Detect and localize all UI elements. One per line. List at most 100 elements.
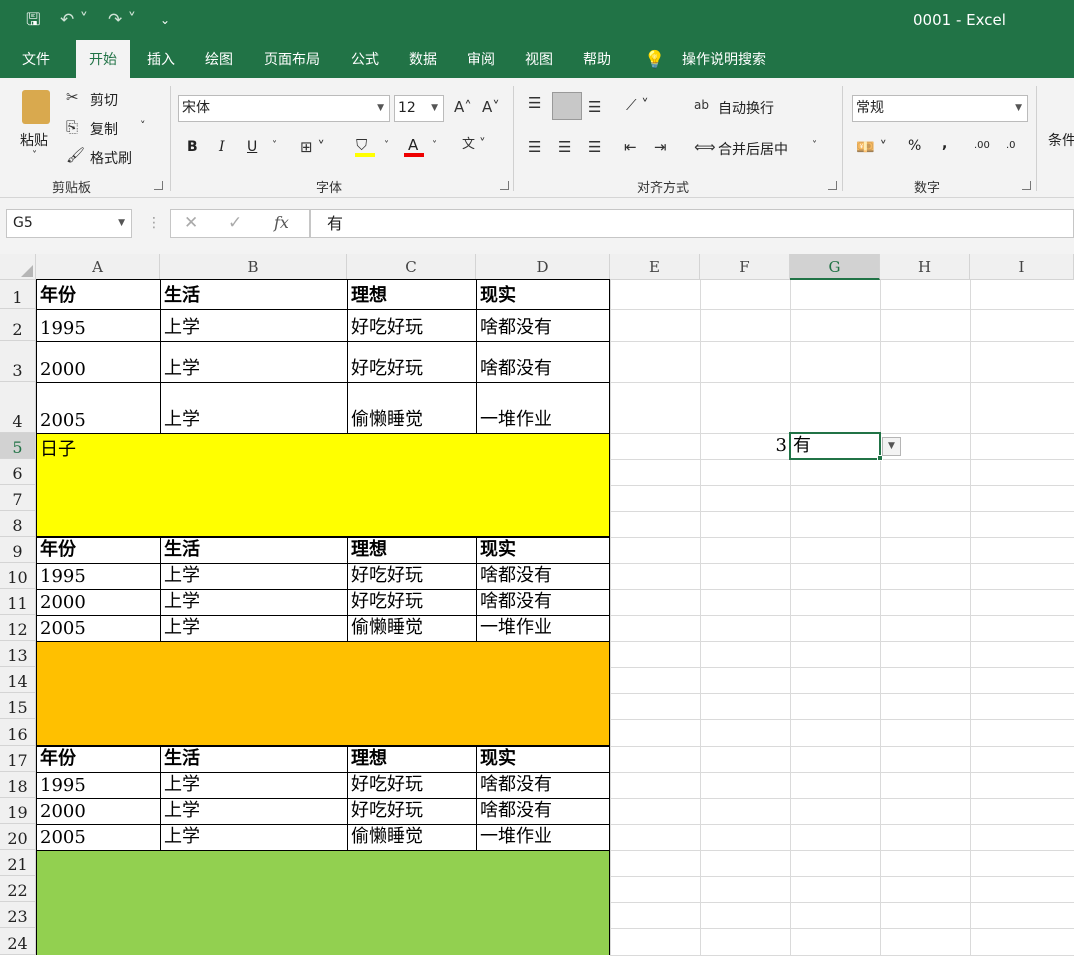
merged-cell-label[interactable]: 日子 [36, 435, 236, 460]
table-cell[interactable]: 2000 [36, 341, 160, 382]
tab-draw[interactable]: 绘图 [196, 40, 242, 78]
header-cell[interactable]: 生活 [160, 746, 347, 772]
table-cell[interactable]: 1995 [36, 563, 160, 589]
row-header-2[interactable]: 2 [0, 309, 36, 341]
bold-button[interactable]: B [187, 139, 198, 155]
orientation-icon[interactable]: ⟋ ˅ [626, 96, 649, 114]
worksheet-grid[interactable]: A B C D E F G H I 1 2 3 4 5 6 7 8 9 10 11 12 13 14 15 16 17 18 19 20… [0, 254, 1074, 956]
table-cell[interactable]: 好吃好玩 [347, 798, 476, 824]
header-cell[interactable]: 理想 [347, 280, 476, 309]
table-cell[interactable]: 偷懒睡觉 [347, 615, 476, 641]
tab-home[interactable]: 开始 [76, 40, 130, 78]
tab-formulas[interactable]: 公式 [342, 40, 388, 78]
table-cell[interactable]: 上学 [160, 309, 347, 341]
table-cell[interactable]: 2005 [36, 824, 160, 850]
tab-help[interactable]: 帮助 [574, 40, 620, 78]
merge-center-icon[interactable]: ⟺ [694, 138, 716, 156]
align-left-icon[interactable]: ☰ [528, 138, 541, 156]
table-cell[interactable]: 上学 [160, 772, 347, 798]
paste-icon[interactable] [22, 90, 50, 124]
copy-icon[interactable]: ⎘ [66, 118, 78, 136]
border-icon[interactable]: ⊞ ˅ [300, 138, 325, 156]
table-cell[interactable]: 好吃好玩 [347, 563, 476, 589]
table-cell[interactable]: 上学 [160, 563, 347, 589]
table-cell[interactable]: 一堆作业 [476, 824, 610, 850]
undo-icon[interactable]: ↶ ˅ [60, 9, 88, 31]
header-cell[interactable]: 理想 [347, 746, 476, 772]
row-header-8[interactable]: 8 [0, 511, 36, 537]
table-cell[interactable]: 2000 [36, 589, 160, 615]
increase-decimal-button[interactable]: .00 [974, 140, 990, 151]
accounting-format-icon[interactable]: 💴 ˅ [856, 138, 887, 156]
decrease-indent-icon[interactable]: ⇤ [624, 138, 637, 156]
table-cell[interactable]: 上学 [160, 382, 347, 433]
paste-button[interactable]: 粘贴 [20, 130, 48, 150]
decrease-font-icon[interactable]: A˅ [482, 98, 500, 116]
font-color-icon[interactable]: A [408, 136, 418, 154]
redo-icon[interactable]: ↷ ˅ [108, 9, 136, 31]
name-box[interactable]: G5 ▼ [6, 209, 132, 238]
dialog-launcher-icon[interactable] [1022, 181, 1031, 190]
row-header-7[interactable]: 7 [0, 485, 36, 511]
row-header-14[interactable]: 14 [0, 667, 36, 693]
table-cell[interactable]: 啥都没有 [476, 772, 610, 798]
comma-button[interactable]: , [942, 136, 947, 152]
row-header-3[interactable]: 3 [0, 341, 36, 382]
copy-button[interactable]: 复制 [90, 119, 118, 139]
align-right-icon[interactable]: ☰ [588, 138, 601, 156]
table-cell[interactable]: 上学 [160, 798, 347, 824]
column-header-b[interactable]: B [160, 254, 347, 280]
header-cell[interactable]: 生活 [160, 537, 347, 563]
dialog-launcher-icon[interactable] [828, 181, 837, 190]
align-bottom-icon[interactable]: ☰ [588, 98, 601, 116]
table-cell[interactable]: 1995 [36, 309, 160, 341]
header-cell[interactable]: 年份 [36, 537, 160, 563]
tab-view[interactable]: 视图 [516, 40, 562, 78]
table-cell[interactable]: 上学 [160, 341, 347, 382]
row-header-4[interactable]: 4 [0, 382, 36, 433]
row-header-12[interactable]: 12 [0, 615, 36, 641]
cancel-icon[interactable]: ✕ [184, 213, 198, 233]
row-header-10[interactable]: 10 [0, 563, 36, 589]
increase-font-icon[interactable]: A˄ [454, 98, 472, 116]
column-header-d[interactable]: D [476, 254, 610, 280]
table-cell[interactable]: 好吃好玩 [347, 589, 476, 615]
insert-function-icon[interactable]: fx [274, 213, 289, 232]
chevron-down-icon[interactable]: ˅ [272, 140, 277, 151]
row-header-24[interactable]: 24 [0, 928, 36, 955]
active-cell-g5[interactable]: 有 [789, 432, 881, 460]
header-cell[interactable]: 年份 [36, 746, 160, 772]
column-header-e[interactable]: E [610, 254, 700, 280]
cell-f5[interactable]: 3 [700, 433, 790, 459]
table-cell[interactable]: 好吃好玩 [347, 341, 476, 382]
row-header-13[interactable]: 13 [0, 641, 36, 667]
format-painter-icon[interactable]: 🖌 [66, 146, 85, 164]
save-icon[interactable]: 🖫 [26, 9, 40, 31]
table-cell[interactable]: 1995 [36, 772, 160, 798]
conditional-formatting-button[interactable]: 条件 [1048, 130, 1074, 150]
select-all-corner[interactable] [0, 254, 36, 280]
row-header-6[interactable]: 6 [0, 459, 36, 485]
column-header-h[interactable]: H [880, 254, 970, 280]
chevron-down-icon[interactable]: ˅ [432, 140, 437, 151]
number-format-select[interactable]: 常规 ▼ [852, 95, 1028, 122]
row-header-17[interactable]: 17 [0, 746, 36, 772]
table-cell[interactable]: 上学 [160, 589, 347, 615]
format-painter-button[interactable]: 格式刷 [90, 148, 132, 168]
row-header-21[interactable]: 21 [0, 850, 36, 876]
align-middle-icon[interactable] [552, 92, 582, 120]
tab-file[interactable]: 文件 [12, 40, 60, 78]
table-cell[interactable]: 上学 [160, 824, 347, 850]
font-size-select[interactable]: 12 ▼ [394, 95, 444, 122]
enter-icon[interactable]: ✓ [228, 213, 242, 233]
table-cell[interactable]: 好吃好玩 [347, 309, 476, 341]
customize-icon[interactable]: ⌄ [160, 9, 170, 31]
table-cell[interactable]: 啥都没有 [476, 798, 610, 824]
chevron-down-icon[interactable]: ˅ [32, 150, 37, 161]
tab-insert[interactable]: 插入 [138, 40, 184, 78]
table-cell[interactable]: 好吃好玩 [347, 772, 476, 798]
cut-icon[interactable]: ✂ [66, 88, 79, 106]
header-cell[interactable]: 现实 [476, 280, 610, 309]
header-cell[interactable]: 生活 [160, 280, 347, 309]
chevron-down-icon[interactable]: ˅ [140, 119, 146, 132]
